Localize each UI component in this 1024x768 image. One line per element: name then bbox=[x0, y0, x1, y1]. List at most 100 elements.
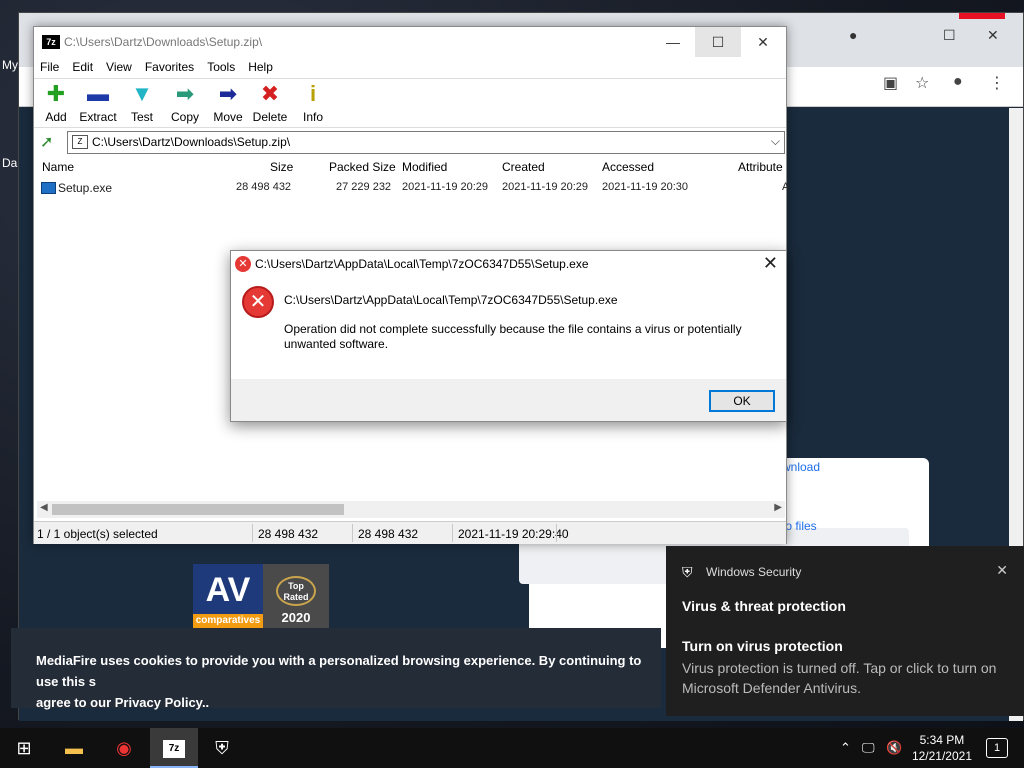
download-link[interactable]: wnload bbox=[782, 460, 820, 474]
chrome-icon[interactable]: ◉ bbox=[100, 728, 148, 768]
toast-heading: Virus & threat protection bbox=[682, 598, 846, 614]
menu-file[interactable]: File bbox=[34, 57, 66, 74]
dialog-message: Operation did not complete successfully … bbox=[284, 322, 742, 351]
menu-view[interactable]: View bbox=[100, 57, 139, 74]
sevenzip-titlebar[interactable]: 7z C:\Users\Dartz\Downloads\Setup.zip\ —… bbox=[34, 27, 786, 57]
close-icon[interactable]: ✕ bbox=[996, 562, 1008, 579]
error-icon: ✕ bbox=[235, 256, 251, 272]
dialog-footer: OK bbox=[231, 379, 786, 421]
copy-icon: ➡ bbox=[175, 81, 195, 106]
extract-icon: ▬ bbox=[87, 81, 109, 106]
menu-help[interactable]: Help bbox=[242, 57, 280, 74]
desktop-icon-label: My bbox=[2, 58, 18, 72]
windows-security-icon[interactable]: ⛨ bbox=[198, 728, 246, 768]
clock-time: 5:34 PM bbox=[919, 733, 965, 747]
file-packed-size: 27 229 232 bbox=[336, 181, 392, 193]
dialog-title: C:\Users\Dartz\AppData\Local\Temp\7zOC63… bbox=[255, 257, 589, 271]
ok-button[interactable]: OK bbox=[709, 390, 775, 412]
delete-button[interactable]: ✖ Delete bbox=[248, 81, 292, 125]
status-selected: 1 / 1 object(s) selected bbox=[37, 527, 158, 541]
toast-subheading: Turn on virus protection bbox=[682, 638, 843, 654]
menu-edit[interactable]: Edit bbox=[66, 57, 100, 74]
table-row[interactable]: Setup.exe 28 498 432 27 229 232 2021-11-… bbox=[34, 179, 789, 197]
clock[interactable]: 5:34 PM 12/21/2021 bbox=[912, 732, 972, 764]
column-modified[interactable]: Modified bbox=[402, 160, 447, 174]
clock-date: 12/21/2021 bbox=[911, 749, 972, 763]
status-packed: 28 498 432 bbox=[358, 527, 419, 541]
delete-icon: ✖ bbox=[260, 81, 280, 106]
file-size: 28 498 432 bbox=[236, 181, 292, 193]
notification-center-icon[interactable]: 1 bbox=[986, 738, 1008, 758]
menu-favorites[interactable]: Favorites bbox=[139, 57, 201, 74]
toolbar: ✚ Add ▬ Extract ▼ Test ➡ Copy ➡ Move ✖ Delete … bbox=[34, 78, 786, 128]
scroll-thumb[interactable] bbox=[52, 504, 344, 515]
cookie-text-line2[interactable]: agree to our Privacy Policy.. bbox=[36, 692, 661, 713]
menu-bar: File Edit View Favorites Tools Help bbox=[34, 57, 786, 77]
network-icon[interactable]: 🖵 bbox=[862, 728, 875, 768]
info-icon: i bbox=[309, 81, 317, 106]
sevenzip-taskbar-icon[interactable]: 7z bbox=[150, 728, 198, 768]
status-bar: 1 / 1 object(s) selected 28 498 432 28 4… bbox=[34, 521, 786, 544]
maximize-icon[interactable]: ☐ bbox=[943, 27, 956, 44]
bookmark-star-icon[interactable]: ☆ bbox=[915, 73, 929, 93]
chevron-up-icon[interactable]: ⌃ bbox=[840, 728, 851, 768]
cast-icon[interactable]: ▣ bbox=[883, 73, 898, 93]
shield-icon: ⛨ bbox=[682, 564, 693, 580]
menu-tools[interactable]: Tools bbox=[201, 57, 242, 74]
test-button[interactable]: ▼ Test bbox=[120, 82, 164, 125]
column-packed-size[interactable]: Packed Size bbox=[329, 160, 396, 174]
browser-close-strip[interactable] bbox=[959, 13, 1005, 19]
toast-body: Virus protection is turned off. Tap or c… bbox=[682, 660, 997, 696]
maximize-icon[interactable]: ☐ bbox=[695, 27, 741, 57]
cookie-text-line1: MediaFire uses cookies to provide you wi… bbox=[36, 653, 642, 689]
column-size[interactable]: Size bbox=[270, 160, 293, 174]
column-name[interactable]: Name bbox=[42, 160, 74, 174]
info-button[interactable]: i Info bbox=[291, 81, 335, 125]
file-accessed: 2021-11-19 20:30 bbox=[602, 181, 689, 193]
sevenzip-logo-icon: 7z bbox=[42, 35, 60, 49]
scroll-right-icon[interactable]: ▶ bbox=[774, 502, 782, 513]
file-explorer-icon[interactable]: ▬ bbox=[50, 728, 98, 768]
file-name: Setup.exe bbox=[58, 181, 113, 195]
dialog-path: C:\Users\Dartz\AppData\Local\Temp\7zOC63… bbox=[284, 293, 618, 307]
cookie-banner: MediaFire uses cookies to provide you wi… bbox=[11, 628, 661, 710]
laurel-icon: Top Rated bbox=[276, 576, 316, 606]
close-icon[interactable]: ✕ bbox=[740, 27, 786, 57]
volume-muted-icon[interactable]: 🔇 bbox=[886, 728, 902, 768]
toast-app-name: Windows Security bbox=[706, 565, 802, 579]
path-combobox[interactable]: Z C:\Users\Dartz\Downloads\Setup.zip\ ⌵ bbox=[67, 131, 785, 154]
column-created[interactable]: Created bbox=[502, 160, 545, 174]
address-bar: ➚ Z C:\Users\Dartz\Downloads\Setup.zip\ … bbox=[34, 129, 786, 155]
status-size: 28 498 432 bbox=[258, 527, 319, 541]
copy-button[interactable]: ➡ Copy bbox=[163, 81, 207, 125]
error-dialog: ✕ C:\Users\Dartz\AppData\Local\Temp\7zOC… bbox=[230, 250, 787, 422]
column-accessed[interactable]: Accessed bbox=[602, 160, 654, 174]
files-link[interactable]: to files bbox=[782, 519, 817, 533]
windows-security-toast[interactable]: ⛨ Windows Security ✕ Virus & threat prot… bbox=[666, 546, 1024, 716]
add-button[interactable]: ✚ Add bbox=[34, 82, 78, 125]
profile-icon[interactable]: ● bbox=[953, 73, 963, 91]
column-attributes[interactable]: Attribute bbox=[738, 160, 783, 174]
minimize-icon[interactable]: — bbox=[650, 27, 696, 57]
path-text: C:\Users\Dartz\Downloads\Setup.zip\ bbox=[92, 135, 291, 149]
extract-button[interactable]: ▬ Extract bbox=[76, 81, 120, 125]
close-icon[interactable]: ✕ bbox=[763, 253, 778, 274]
exe-file-icon bbox=[41, 182, 56, 194]
av-logo: AV comparatives bbox=[193, 564, 263, 628]
window-title: C:\Users\Dartz\Downloads\Setup.zip\ bbox=[64, 35, 263, 49]
up-folder-icon[interactable]: ➚ bbox=[40, 132, 53, 152]
menu-icon[interactable]: ⋮ bbox=[989, 73, 1005, 93]
tab-search-icon[interactable]: ● bbox=[849, 27, 857, 43]
taskbar: ⊞ ▬ ◉ 7z ⛨ ⌃ 🖵 🔇 5:34 PM 12/21/2021 1 bbox=[0, 728, 1024, 768]
scroll-left-icon[interactable]: ◀ bbox=[40, 502, 48, 513]
column-headers: Name Size Packed Size Modified Created A… bbox=[34, 157, 786, 177]
move-icon: ➡ bbox=[218, 81, 238, 106]
move-button[interactable]: ➡ Move bbox=[206, 81, 250, 125]
top-rated-award: Top Rated 2020 bbox=[263, 564, 329, 628]
chevron-down-icon[interactable]: ⌵ bbox=[771, 134, 780, 149]
status-date: 2021-11-19 20:29:40 bbox=[458, 527, 569, 541]
horizontal-scrollbar[interactable]: ◀ ▶ bbox=[37, 501, 785, 518]
close-icon[interactable]: ✕ bbox=[987, 27, 999, 44]
file-modified: 2021-11-19 20:29 bbox=[402, 181, 489, 193]
start-windows-icon[interactable]: ⊞ bbox=[0, 728, 48, 768]
